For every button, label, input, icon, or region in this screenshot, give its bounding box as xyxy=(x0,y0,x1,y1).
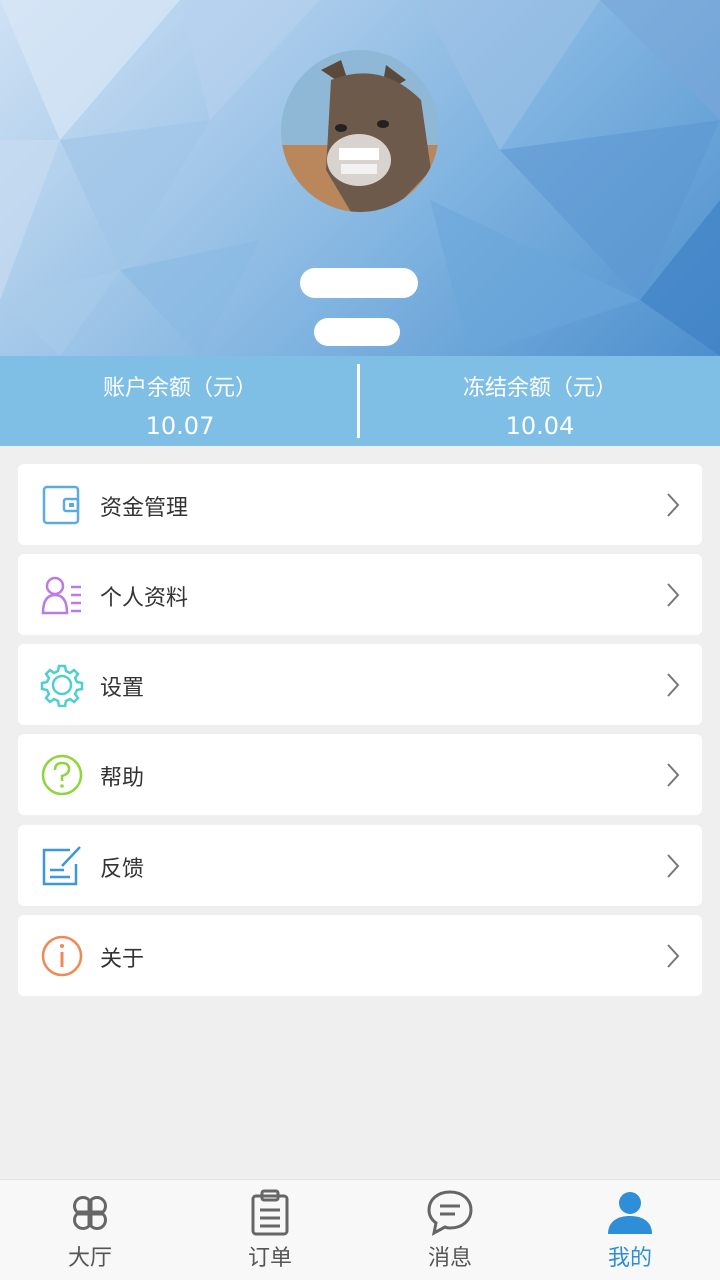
frozen-balance-value: 10.04 xyxy=(505,412,575,440)
menu-item-feedback[interactable]: 反馈 xyxy=(18,825,702,906)
account-balance: 账户余额（元） 10.07 xyxy=(0,356,360,446)
avatar[interactable] xyxy=(281,50,439,212)
tab-label: 大厅 xyxy=(67,1246,112,1271)
wallet-icon xyxy=(42,485,80,525)
user-icon xyxy=(608,1192,652,1234)
menu-item-profile[interactable]: 个人资料 xyxy=(18,554,702,635)
bottom-tab-bar: 大厅 订单 消息 我的 xyxy=(0,1179,720,1280)
tab-label: 订单 xyxy=(247,1246,292,1271)
chevron-right-icon xyxy=(667,854,680,878)
info-icon xyxy=(41,935,83,977)
tab-messages[interactable]: 消息 xyxy=(360,1180,540,1280)
menu-item-label: 帮助 xyxy=(100,766,145,791)
chevron-right-icon xyxy=(667,763,680,787)
tab-label: 我的 xyxy=(607,1246,652,1271)
chevron-right-icon xyxy=(667,673,680,697)
profile-card-icon xyxy=(41,576,81,615)
tab-orders[interactable]: 订单 xyxy=(180,1180,360,1280)
user-id-redacted xyxy=(314,318,400,346)
menu-item-label: 反馈 xyxy=(100,857,145,882)
username-redacted xyxy=(300,268,418,298)
menu-item-label: 资金管理 xyxy=(100,496,189,521)
tab-mine[interactable]: 我的 xyxy=(540,1180,720,1280)
gear-icon xyxy=(40,664,84,707)
menu-item-settings[interactable]: 设置 xyxy=(18,644,702,725)
menu-item-help[interactable]: 帮助 xyxy=(18,734,702,815)
menu-item-label: 设置 xyxy=(100,676,145,701)
menu-item-label: 个人资料 xyxy=(100,586,189,611)
menu-item-funds[interactable]: 资金管理 xyxy=(18,464,702,545)
clipboard-icon xyxy=(251,1189,289,1236)
chevron-right-icon xyxy=(667,493,680,517)
menu-item-label: 关于 xyxy=(100,947,145,972)
chevron-right-icon xyxy=(667,944,680,968)
account-balance-value: 10.07 xyxy=(145,412,215,440)
frozen-balance: 冻结余额（元） 10.04 xyxy=(360,356,720,446)
clover-icon xyxy=(73,1196,107,1230)
tab-label: 消息 xyxy=(427,1246,472,1271)
account-balance-label: 账户余额（元） xyxy=(102,376,257,401)
chat-icon xyxy=(427,1190,473,1236)
frozen-balance-label: 冻结余额（元） xyxy=(462,376,617,401)
tab-hall[interactable]: 大厅 xyxy=(0,1180,180,1280)
balance-bar: 账户余额（元） 10.07 冻结余额（元） 10.04 xyxy=(0,356,720,446)
profile-header xyxy=(0,0,720,356)
menu-item-about[interactable]: 关于 xyxy=(18,915,702,996)
chevron-right-icon xyxy=(667,583,680,607)
feedback-icon xyxy=(42,846,81,886)
help-icon xyxy=(41,754,83,796)
